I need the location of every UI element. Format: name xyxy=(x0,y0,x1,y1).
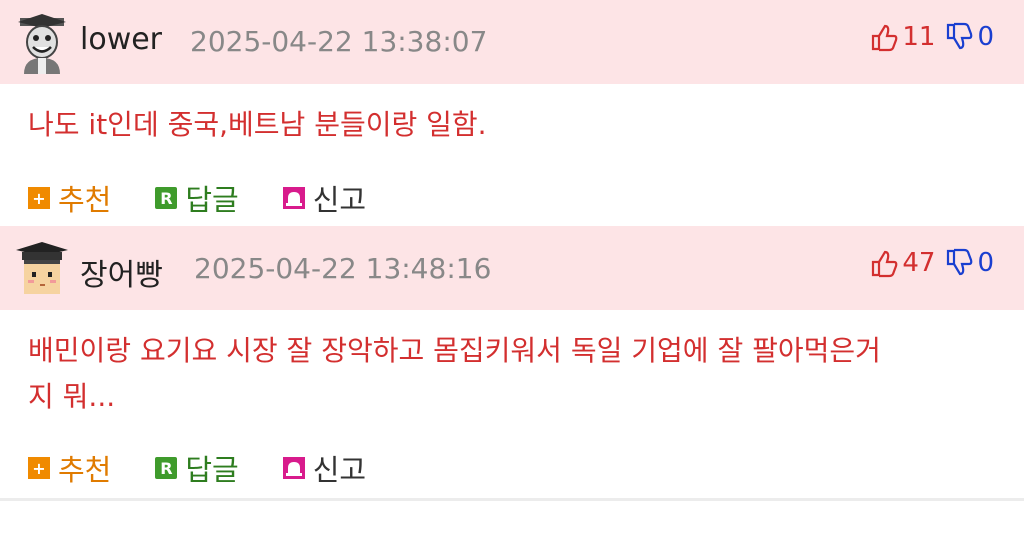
reply-button[interactable]: R 답글 xyxy=(155,447,239,489)
reply-r-icon: R xyxy=(155,187,178,209)
comment-author[interactable]: lower xyxy=(80,22,162,57)
comment-body: 나도 it인데 중국,베트남 분들이랑 일함. xyxy=(0,84,1024,168)
plus-icon: + xyxy=(28,187,50,209)
downvote-count: 0 xyxy=(977,22,994,52)
comment-text-line: 나도 it인데 중국,베트남 분들이랑 일함. xyxy=(28,108,487,141)
comment-date: 2025-04-22 13:48:16 xyxy=(194,252,492,285)
thumbs-down-icon[interactable] xyxy=(945,22,973,52)
report-label: 신고 xyxy=(312,453,367,487)
upvote-count: 11 xyxy=(902,22,936,52)
plus-icon: + xyxy=(28,457,50,479)
report-label: 신고 xyxy=(312,183,367,217)
reply-r-icon: R xyxy=(155,457,178,479)
vote-box: 11 0 xyxy=(870,22,994,52)
thumbs-up-icon[interactable] xyxy=(870,22,898,52)
comment-text-line: 지 뭐... xyxy=(28,380,116,413)
vote-box: 47 0 xyxy=(870,248,994,278)
grinning-student-avatar-icon[interactable] xyxy=(14,12,70,74)
report-button[interactable]: 신고 xyxy=(282,447,367,489)
recommend-label: 추천 xyxy=(58,183,112,217)
comment-actions: + 추천 R 답글 신고 xyxy=(0,168,1024,228)
divider xyxy=(0,498,1024,501)
comment-date: 2025-04-22 13:38:07 xyxy=(190,25,488,58)
reply-label: 답글 xyxy=(185,183,239,217)
siren-icon xyxy=(282,457,305,479)
comment-header: lower 2025-04-22 13:38:07 11 0 xyxy=(0,0,1024,84)
comment-text-line: 배민이랑 요기요 시장 잘 장악하고 몸집키워서 독일 기업에 잘 팔아먹은거 xyxy=(28,334,881,367)
recommend-button[interactable]: + 추천 xyxy=(28,447,111,489)
recommend-label: 추천 xyxy=(58,453,112,487)
recommend-button[interactable]: + 추천 xyxy=(28,177,111,219)
comment-header: 장어빵 2025-04-22 13:48:16 47 0 xyxy=(0,226,1024,310)
thumbs-down-icon[interactable] xyxy=(945,248,973,278)
comment-item: lower 2025-04-22 13:38:07 11 0 나도 it인데 중… xyxy=(0,0,1024,228)
comment-body: 배민이랑 요기요 시장 잘 장악하고 몸집키워서 독일 기업에 잘 팔아먹은거 … xyxy=(0,310,1024,438)
reply-label: 답글 xyxy=(185,453,239,487)
comment-actions: + 추천 R 답글 신고 xyxy=(0,438,1024,498)
upvote-count: 47 xyxy=(902,248,936,278)
comment-author[interactable]: 장어빵 xyxy=(80,250,163,294)
comment-item: 장어빵 2025-04-22 13:48:16 47 0 배민이랑 요기요 시장… xyxy=(0,226,1024,501)
reply-button[interactable]: R 답글 xyxy=(155,177,239,219)
graduate-cap-avatar-icon[interactable] xyxy=(14,240,70,302)
downvote-count: 0 xyxy=(977,248,994,278)
report-button[interactable]: 신고 xyxy=(282,177,367,219)
thumbs-up-icon[interactable] xyxy=(870,248,898,278)
siren-icon xyxy=(282,187,305,209)
